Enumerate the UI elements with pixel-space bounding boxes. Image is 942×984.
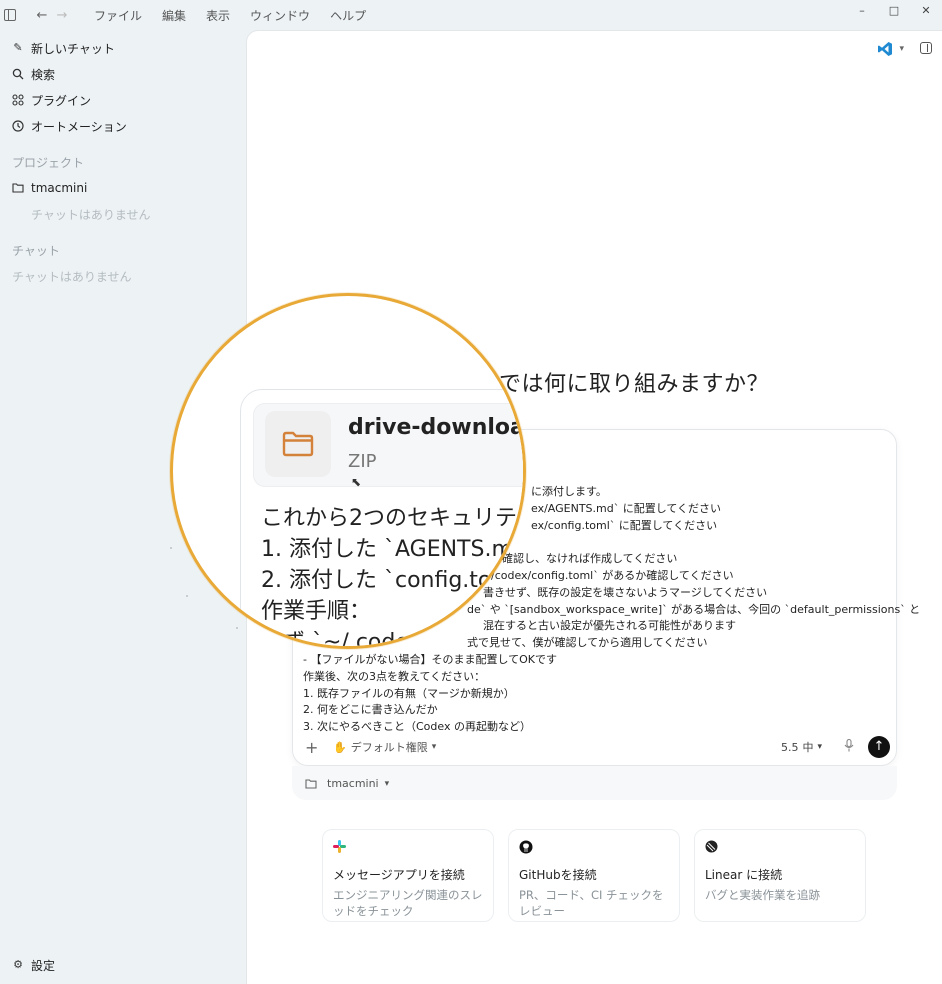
magnifier-lens: drive-download- ZIP これから2つのセキュリテ 1. 添付した … <box>170 293 526 649</box>
mouse-cursor-icon: ⬉ <box>351 475 362 489</box>
menu-window[interactable]: ウィンドウ <box>250 7 310 24</box>
minimize-button[interactable]: – <box>846 0 878 22</box>
attached-file-type: ZIP <box>348 451 377 472</box>
sidebar-toggle-icon[interactable] <box>4 9 16 21</box>
composer-line: - 【ファイルがない場合】そのまま配置してOKです <box>303 652 558 666</box>
zoomed-message-text: これから2つのセキュリテ 1. 添付した `AGENTS.md 2. 添付した `c… <box>261 503 526 649</box>
card-description: バグと実装作業を追跡 <box>705 888 820 902</box>
model-label: 5.5 <box>780 740 799 754</box>
maximize-button[interactable]: □ <box>878 0 910 22</box>
menu-file[interactable]: ファイル <box>94 7 142 24</box>
connect-github-card[interactable]: GitHubを接続 PR、コード、CI チェックをレビュー <box>508 829 680 922</box>
connect-linear-card[interactable]: Linear に接続 バグと実装作業を追跡 <box>694 829 866 922</box>
model-selector[interactable]: 5.5 中 ▾ <box>781 739 822 755</box>
hand-icon: ✋ <box>333 740 347 754</box>
folder-icon <box>282 431 314 457</box>
chats-empty-text: チャットはありません <box>12 269 132 284</box>
search-icon <box>12 68 24 80</box>
projects-header: プロジェクト <box>12 155 85 170</box>
card-title: メッセージアプリを接続 <box>333 868 465 882</box>
sidebar-item-project[interactable]: tmacmini <box>0 175 246 201</box>
menu-bar: ファイル 編集 表示 ウィンドウ ヘルプ <box>94 7 386 24</box>
project-selector[interactable]: tmacmini ▾ <box>305 777 389 790</box>
sidebar-item-label: 新しいチャット <box>31 41 115 56</box>
card-description: エンジニアリング関連のスレッドをチェック <box>333 888 483 918</box>
folder-icon <box>305 779 317 789</box>
composer-toolbar: + ✋ デフォルト権限 ▾ 5.5 中 ▾ ↑ <box>293 733 896 761</box>
settings-label: 設定 <box>31 958 56 973</box>
permission-selector[interactable]: ✋ デフォルト権限 ▾ <box>333 739 436 755</box>
zoomed-text-line: これから2つのセキュリテ <box>261 506 517 531</box>
github-icon <box>519 840 533 854</box>
composer-line: 1. 既存ファイルの有無（マージか新規か） <box>303 686 515 700</box>
page-title: では何に取り組みますか？ <box>499 372 770 397</box>
title-bar: ← → ファイル 編集 表示 ウィンドウ ヘルプ – □ ✕ <box>0 0 942 30</box>
sidebar-item-new-chat[interactable]: ✎ 新しいチャット <box>0 35 246 61</box>
toggle-panel-icon[interactable] <box>920 42 932 54</box>
edit-icon: ✎ <box>13 41 23 54</box>
sidebar-item-label: 検索 <box>31 67 56 82</box>
sidebar-item-search[interactable]: 検索 <box>0 61 246 87</box>
mic-icon[interactable] <box>844 738 854 755</box>
open-in-editor-button[interactable]: ▾ <box>877 41 904 57</box>
reasoning-label: 中 <box>802 741 814 754</box>
slack-icon <box>333 840 347 854</box>
zoomed-text-line: 1. 添付した `AGENTS.md <box>261 537 526 562</box>
composer-line: 2. 何をどこに書き込んだか <box>303 703 438 717</box>
card-description: PR、コード、CI チェックをレビュー <box>519 888 664 918</box>
decor-dot <box>170 547 172 549</box>
zoomed-text-line: 作業手順： <box>261 599 372 624</box>
window-controls: – □ ✕ <box>846 0 942 22</box>
sidebar-item-label: プラグイン <box>31 93 92 108</box>
gear-icon: ⚙ <box>13 958 23 971</box>
send-button[interactable]: ↑ <box>868 736 890 758</box>
permission-label: デフォルト権限 <box>350 741 428 754</box>
connect-messaging-card[interactable]: メッセージアプリを接続 エンジニアリング関連のスレッドをチェック <box>322 829 494 922</box>
sidebar-item-plugins[interactable]: プラグイン <box>0 87 246 113</box>
sidebar-item-label: tmacmini <box>31 181 88 195</box>
project-empty-text: チャットはありません <box>31 207 151 222</box>
sidebar-item-label: オートメーション <box>31 119 127 134</box>
folder-icon <box>12 182 24 194</box>
linear-icon <box>705 840 719 854</box>
chevron-down-icon: ▾ <box>431 742 437 752</box>
project-chip-label: tmacmini <box>327 777 379 790</box>
menu-edit[interactable]: 編集 <box>162 7 186 24</box>
sidebar-item-automation[interactable]: オートメーション <box>0 113 246 139</box>
zoomed-text-line: 2. 添付した `config.tom <box>261 568 513 593</box>
grid-icon <box>12 94 24 106</box>
close-button[interactable]: ✕ <box>910 0 942 22</box>
attached-file-name: drive-download- <box>348 415 525 440</box>
menu-help[interactable]: ヘルプ <box>330 7 366 24</box>
chevron-down-icon: ▾ <box>899 44 904 54</box>
chevron-down-icon: ▾ <box>384 778 390 789</box>
add-attachment-button[interactable]: + <box>305 738 319 757</box>
menu-view[interactable]: 表示 <box>206 7 230 24</box>
clock-icon <box>12 120 24 132</box>
back-button[interactable]: ← <box>32 8 52 23</box>
zoomed-text-line: まず `~/.code <box>261 630 409 649</box>
chevron-down-icon: ▾ <box>817 742 822 752</box>
chats-header: チャット <box>12 243 60 258</box>
settings-button[interactable]: ⚙ 設定 <box>0 952 55 978</box>
vscode-icon <box>878 42 893 56</box>
composer-line: 作業後、次の3点を教えてください： <box>303 669 486 683</box>
card-title: Linear に接続 <box>705 868 783 882</box>
card-title: GitHubを接続 <box>519 868 597 882</box>
forward-button[interactable]: → <box>52 8 72 23</box>
